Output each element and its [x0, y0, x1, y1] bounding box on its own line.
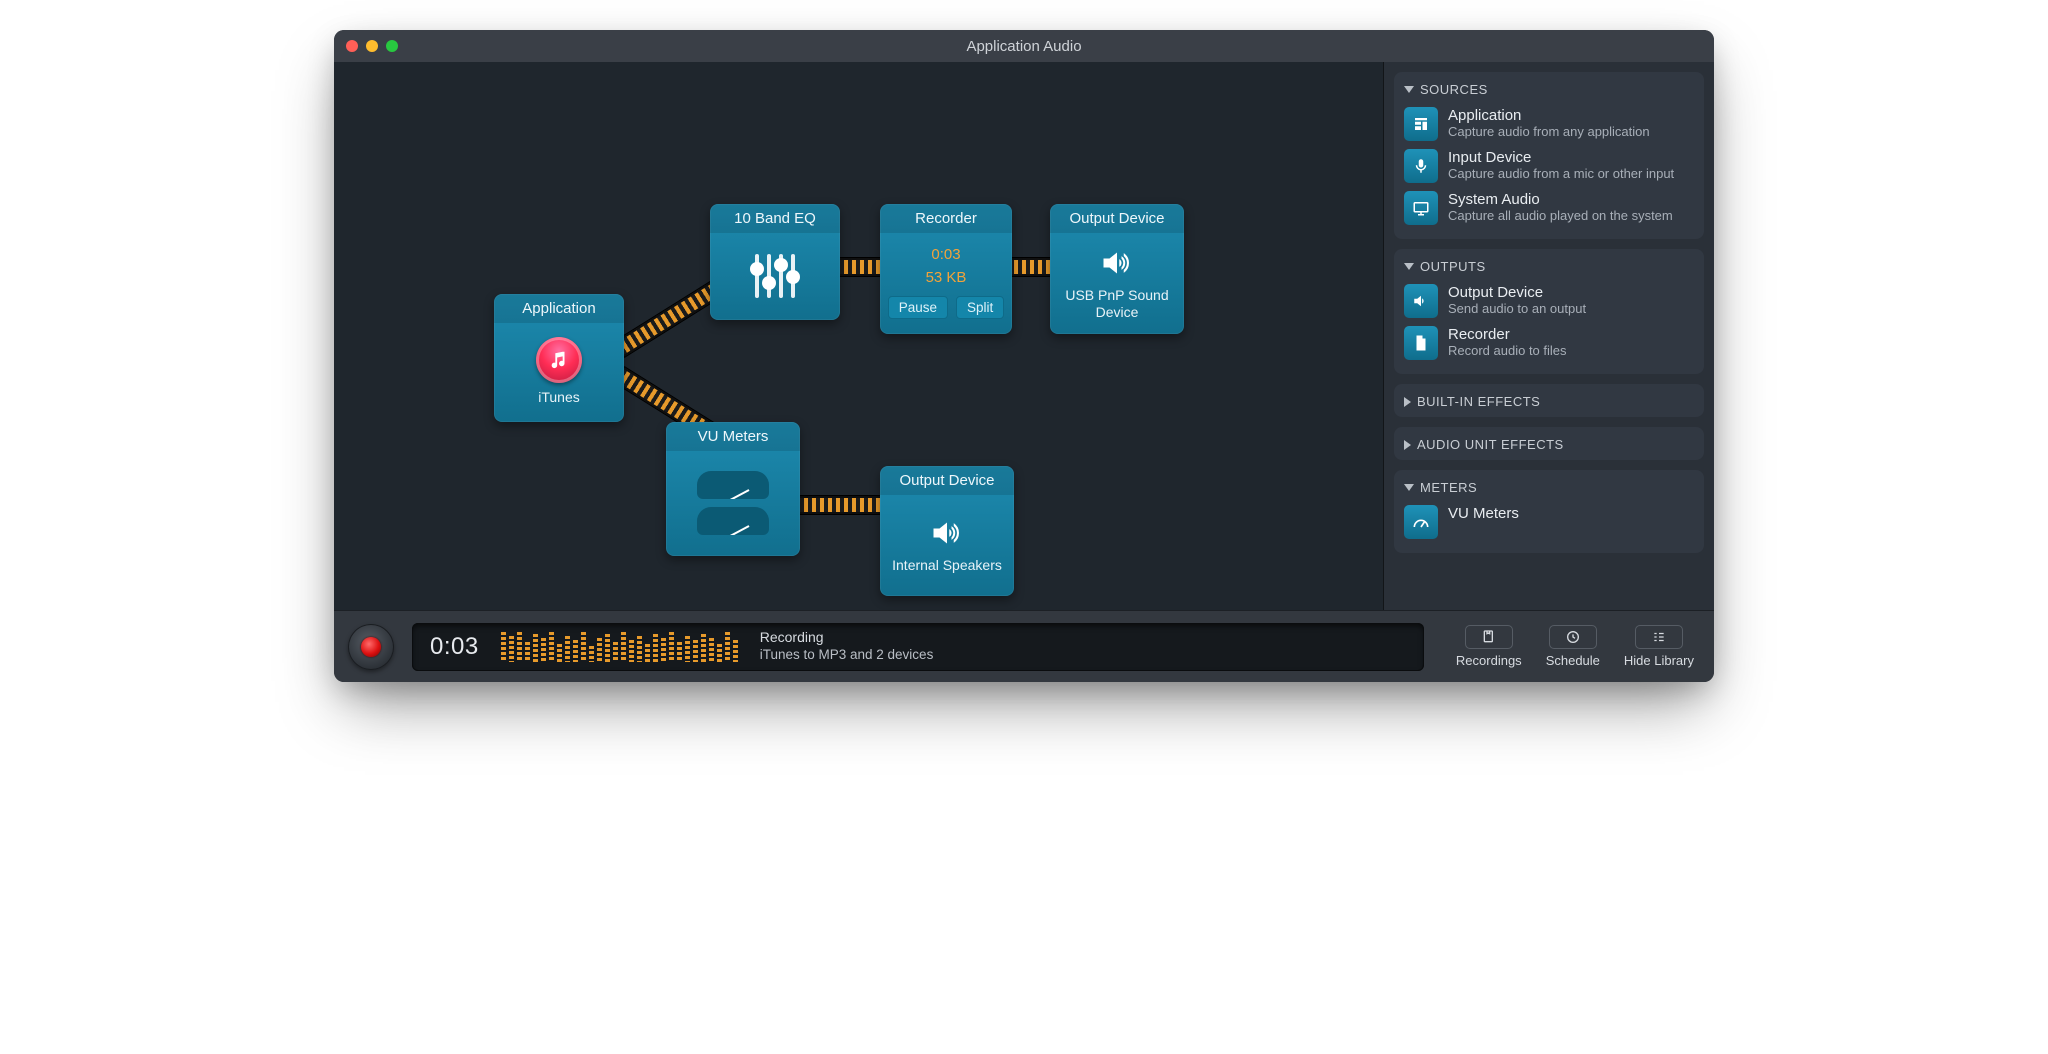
node-recorder[interactable]: Recorder 0:03 53 KB Pause Split [880, 204, 1012, 334]
node-title: Output Device [880, 466, 1014, 495]
vu-icon [1404, 505, 1438, 539]
hide-library-button[interactable]: Hide Library [1618, 623, 1700, 670]
chevron-right-icon [1404, 440, 1411, 450]
titlebar: Application Audio [334, 30, 1714, 62]
library-item-title: Input Device [1448, 149, 1674, 166]
node-title: Recorder [880, 204, 1012, 233]
node-vu-meters[interactable]: VU Meters [666, 422, 800, 556]
panel-title: BUILT-IN EFFECTS [1417, 394, 1540, 409]
panel-title: AUDIO UNIT EFFECTS [1417, 437, 1564, 452]
library-item-desc: Send audio to an output [1448, 301, 1586, 317]
library-item-vu-meters[interactable]: VU Meters [1402, 501, 1696, 543]
bottom-bar: 0:03 Recording iTunes to MP3 and 2 devic… [334, 610, 1714, 682]
panel-header-sources[interactable]: SOURCES [1402, 78, 1696, 103]
panel-sources: SOURCES Application Capture audio from a… [1394, 72, 1704, 239]
schedule-button[interactable]: Schedule [1540, 623, 1606, 670]
library-item-recorder[interactable]: Recorder Record audio to files [1402, 322, 1696, 364]
panel-au-effects: AUDIO UNIT EFFECTS [1394, 427, 1704, 460]
panel-header-meters[interactable]: METERS [1402, 476, 1696, 501]
split-button[interactable]: Split [956, 296, 1004, 319]
record-button[interactable] [348, 624, 394, 670]
bottom-buttons: Recordings Schedule Hide Library [1450, 623, 1700, 670]
file-icon [1404, 326, 1438, 360]
lcd-status: Recording iTunes to MP3 and 2 devices [760, 629, 934, 663]
node-application[interactable]: Application iTunes [494, 294, 624, 422]
routing-canvas[interactable]: Application iTunes 10 Band EQ [334, 62, 1384, 610]
panel-header-au-effects[interactable]: AUDIO UNIT EFFECTS [1402, 433, 1696, 454]
close-button[interactable] [346, 40, 358, 52]
recorder-size: 53 KB [926, 269, 967, 286]
lcd-time: 0:03 [430, 633, 479, 661]
panel-title: METERS [1420, 480, 1477, 495]
recordings-button[interactable]: Recordings [1450, 623, 1528, 670]
node-label: iTunes [538, 389, 580, 406]
library-item-output-device[interactable]: Output Device Send audio to an output [1402, 280, 1696, 322]
node-eq[interactable]: 10 Band EQ [710, 204, 840, 320]
library-item-desc: Capture audio from any application [1448, 124, 1650, 140]
monitor-icon [1404, 191, 1438, 225]
node-output-usb[interactable]: Output Device USB PnP Sound Device [1050, 204, 1184, 334]
library-item-title: Output Device [1448, 284, 1586, 301]
node-label: Internal Speakers [892, 557, 1002, 574]
node-title: Application [494, 294, 624, 323]
library-item-title: Recorder [1448, 326, 1567, 343]
mic-icon [1404, 149, 1438, 183]
speaker-icon [1404, 284, 1438, 318]
chevron-down-icon [1404, 86, 1414, 93]
status-subtitle: iTunes to MP3 and 2 devices [760, 647, 934, 664]
chevron-right-icon [1404, 397, 1411, 407]
panel-outputs: OUTPUTS Output Device Send audio to an o… [1394, 249, 1704, 374]
panel-meters: METERS VU Meters [1394, 470, 1704, 553]
panel-builtin-effects: BUILT-IN EFFECTS [1394, 384, 1704, 417]
library-item-application[interactable]: Application Capture audio from any appli… [1402, 103, 1696, 145]
node-output-internal[interactable]: Output Device Internal Speakers [880, 466, 1014, 596]
recordings-icon [1465, 625, 1513, 649]
library-item-title: System Audio [1448, 191, 1673, 208]
library-item-desc: Capture audio from a mic or other input [1448, 166, 1674, 182]
library-item-desc: Capture all audio played on the system [1448, 208, 1673, 224]
status-title: Recording [760, 629, 934, 647]
minimize-button[interactable] [366, 40, 378, 52]
record-dot-icon [361, 637, 381, 657]
panel-header-outputs[interactable]: OUTPUTS [1402, 255, 1696, 280]
chevron-down-icon [1404, 263, 1414, 270]
zoom-button[interactable] [386, 40, 398, 52]
itunes-icon [536, 337, 582, 383]
button-label: Hide Library [1624, 653, 1694, 668]
node-label: USB PnP Sound Device [1060, 287, 1174, 321]
panel-header-builtin-effects[interactable]: BUILT-IN EFFECTS [1402, 390, 1696, 411]
window-controls [346, 40, 398, 52]
button-label: Recordings [1456, 653, 1522, 668]
app-icon [1404, 107, 1438, 141]
eq-sliders-icon [755, 254, 795, 298]
library-item-title: VU Meters [1448, 505, 1519, 522]
vu-meter-icon [697, 471, 769, 499]
app-window: Application Audio Application iTunes [334, 30, 1714, 682]
vu-meter-icon [697, 507, 769, 535]
panel-title: OUTPUTS [1420, 259, 1486, 274]
clock-icon [1549, 625, 1597, 649]
node-title: 10 Band EQ [710, 204, 840, 233]
library-item-title: Application [1448, 107, 1650, 124]
node-title: VU Meters [666, 422, 800, 451]
pause-button[interactable]: Pause [888, 296, 948, 319]
library-item-system-audio[interactable]: System Audio Capture all audio played on… [1402, 187, 1696, 229]
status-lcd: 0:03 Recording iTunes to MP3 and 2 devic… [412, 623, 1424, 671]
library-item-input-device[interactable]: Input Device Capture audio from a mic or… [1402, 145, 1696, 187]
speaker-icon [1095, 245, 1139, 281]
level-meter-icon [501, 632, 738, 662]
recorder-time: 0:03 [931, 246, 960, 263]
library-item-desc: Record audio to files [1448, 343, 1567, 359]
panel-title: SOURCES [1420, 82, 1488, 97]
main-body: Application iTunes 10 Band EQ [334, 62, 1714, 610]
library-sidebar[interactable]: SOURCES Application Capture audio from a… [1384, 62, 1714, 610]
window-title: Application Audio [334, 38, 1714, 55]
chevron-down-icon [1404, 484, 1414, 491]
node-title: Output Device [1050, 204, 1184, 233]
speaker-icon [925, 515, 969, 551]
button-label: Schedule [1546, 653, 1600, 668]
library-icon [1635, 625, 1683, 649]
